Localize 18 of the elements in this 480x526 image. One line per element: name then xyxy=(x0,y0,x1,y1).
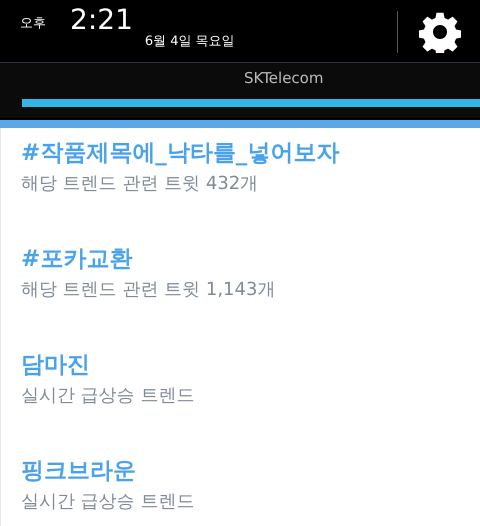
clock-time: 2:21 xyxy=(70,6,133,34)
trend-title: 담마진 xyxy=(21,351,90,380)
trend-title: 핑크브라운 xyxy=(21,457,136,486)
trend-title: #작품제목에_낙타를_넣어보자 xyxy=(21,139,340,168)
ampm-label: 오후 xyxy=(20,15,46,33)
trend-item[interactable]: #작품제목에_낙타를_넣어보자 해당 트렌드 관련 트윗 432개 xyxy=(1,128,480,234)
trend-item[interactable]: 핑크브라운 실시간 급상승 트렌드 xyxy=(1,446,480,526)
settings-button[interactable] xyxy=(418,10,462,54)
trend-item[interactable]: #포카교환 해당 트렌드 관련 트윗 1,143개 xyxy=(1,234,480,340)
settings-icon xyxy=(419,11,461,53)
trend-subtitle: 해당 트렌드 관련 트윗 432개 xyxy=(21,172,258,196)
trend-item[interactable]: 담마진 실시간 급상승 트렌드 xyxy=(1,340,480,446)
trend-title: #포카교환 xyxy=(21,245,132,274)
carrier-label: SKTelecom xyxy=(244,71,324,86)
trend-subtitle: 해당 트렌드 관련 트윗 1,143개 xyxy=(21,278,276,302)
trend-subtitle: 실시간 급상승 트렌드 xyxy=(21,384,194,408)
trend-subtitle: 실시간 급상승 트렌드 xyxy=(21,490,194,514)
date-label: 6월 4일 목요일 xyxy=(144,33,235,51)
